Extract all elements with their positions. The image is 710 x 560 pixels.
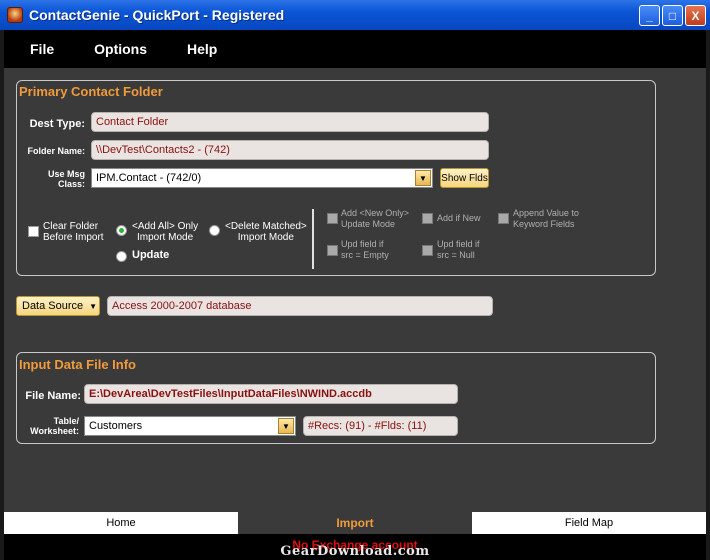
update-label: Update bbox=[132, 249, 170, 261]
dest-type-label: Dest Type: bbox=[29, 118, 85, 130]
chevron-down-icon: ▼ bbox=[89, 301, 98, 311]
append-keyword-checkbox[interactable] bbox=[498, 213, 509, 224]
tab-home[interactable]: Home bbox=[4, 512, 238, 534]
data-source-button[interactable]: Data Source ▼ bbox=[16, 296, 100, 316]
upd-if-null-label: Upd field if src = Null bbox=[437, 239, 480, 260]
add-new-only-label: Add <New Only> Update Mode bbox=[341, 208, 410, 229]
add-all-radio[interactable] bbox=[116, 225, 127, 236]
input-group-title: Input Data File Info bbox=[19, 357, 136, 372]
show-flds-button[interactable]: Show Flds bbox=[440, 168, 489, 188]
msg-class-select[interactable]: IPM.Contact - (742/0) ▼ bbox=[91, 168, 433, 188]
file-name-label: File Name: bbox=[25, 390, 81, 402]
menu-help[interactable]: Help bbox=[187, 41, 217, 57]
dest-type-field: Contact Folder bbox=[91, 112, 489, 132]
menu-options[interactable]: Options bbox=[94, 41, 147, 57]
options-divider bbox=[312, 209, 314, 269]
clear-folder-label: Clear Folder Before Import bbox=[43, 221, 104, 243]
upd-if-empty-checkbox[interactable] bbox=[327, 245, 338, 256]
table-worksheet-select[interactable]: Customers ▼ bbox=[84, 416, 296, 436]
close-button[interactable]: X bbox=[685, 5, 706, 26]
menu-bar: File Options Help bbox=[4, 30, 706, 68]
msg-class-label: Use Msg Class: bbox=[47, 169, 85, 189]
tab-field-map[interactable]: Field Map bbox=[472, 512, 706, 534]
upd-if-empty-label: Upd field if src = Empty bbox=[341, 239, 389, 260]
table-worksheet-label: Table/ Worksheet: bbox=[30, 416, 79, 436]
chevron-down-icon[interactable]: ▼ bbox=[415, 170, 431, 186]
append-keyword-label: Append Value to Keyword Fields bbox=[513, 208, 579, 229]
input-data-file-info-group: Input Data File Info File Name: E:\DevAr… bbox=[16, 352, 656, 444]
chevron-down-icon[interactable]: ▼ bbox=[278, 418, 294, 434]
upd-if-null-checkbox[interactable] bbox=[422, 245, 433, 256]
minimize-button[interactable]: _ bbox=[639, 5, 660, 26]
window-controls: _ □ X bbox=[639, 5, 706, 26]
clear-folder-checkbox[interactable] bbox=[28, 226, 39, 237]
window-title: ContactGenie - QuickPort - Registered bbox=[29, 7, 285, 23]
folder-name-field: \\DevTest\Contacts2 - (742) bbox=[91, 140, 489, 160]
maximize-button[interactable]: □ bbox=[662, 5, 683, 26]
add-new-only-checkbox[interactable] bbox=[327, 213, 338, 224]
tab-import[interactable]: Import bbox=[238, 512, 472, 534]
recs-flds-field: #Recs: (91) - #Flds: (11) bbox=[303, 416, 458, 436]
delete-matched-radio[interactable] bbox=[209, 225, 220, 236]
delete-matched-label: <Delete Matched> Import Mode bbox=[225, 221, 307, 243]
bottom-tabs: Home Import Field Map bbox=[4, 512, 706, 534]
menu-file[interactable]: File bbox=[30, 41, 54, 57]
primary-contact-folder-group: Primary Contact Folder Dest Type: Contac… bbox=[16, 80, 656, 276]
file-name-field: E:\DevArea\DevTestFiles\InputDataFiles\N… bbox=[84, 384, 458, 404]
title-bar: ContactGenie - QuickPort - Registered _ … bbox=[0, 0, 710, 30]
add-if-new-label: Add if New bbox=[437, 213, 481, 223]
folder-name-label: Folder Name: bbox=[27, 146, 85, 156]
watermark: GearDownload.com bbox=[280, 544, 430, 559]
update-radio[interactable] bbox=[116, 251, 127, 262]
primary-group-title: Primary Contact Folder bbox=[19, 84, 163, 99]
add-if-new-checkbox[interactable] bbox=[422, 213, 433, 224]
main-panel: Primary Contact Folder Dest Type: Contac… bbox=[4, 68, 706, 512]
app-icon bbox=[7, 7, 23, 23]
data-source-field: Access 2000-2007 database bbox=[107, 296, 493, 316]
add-all-label: <Add All> Only Import Mode bbox=[132, 221, 199, 243]
